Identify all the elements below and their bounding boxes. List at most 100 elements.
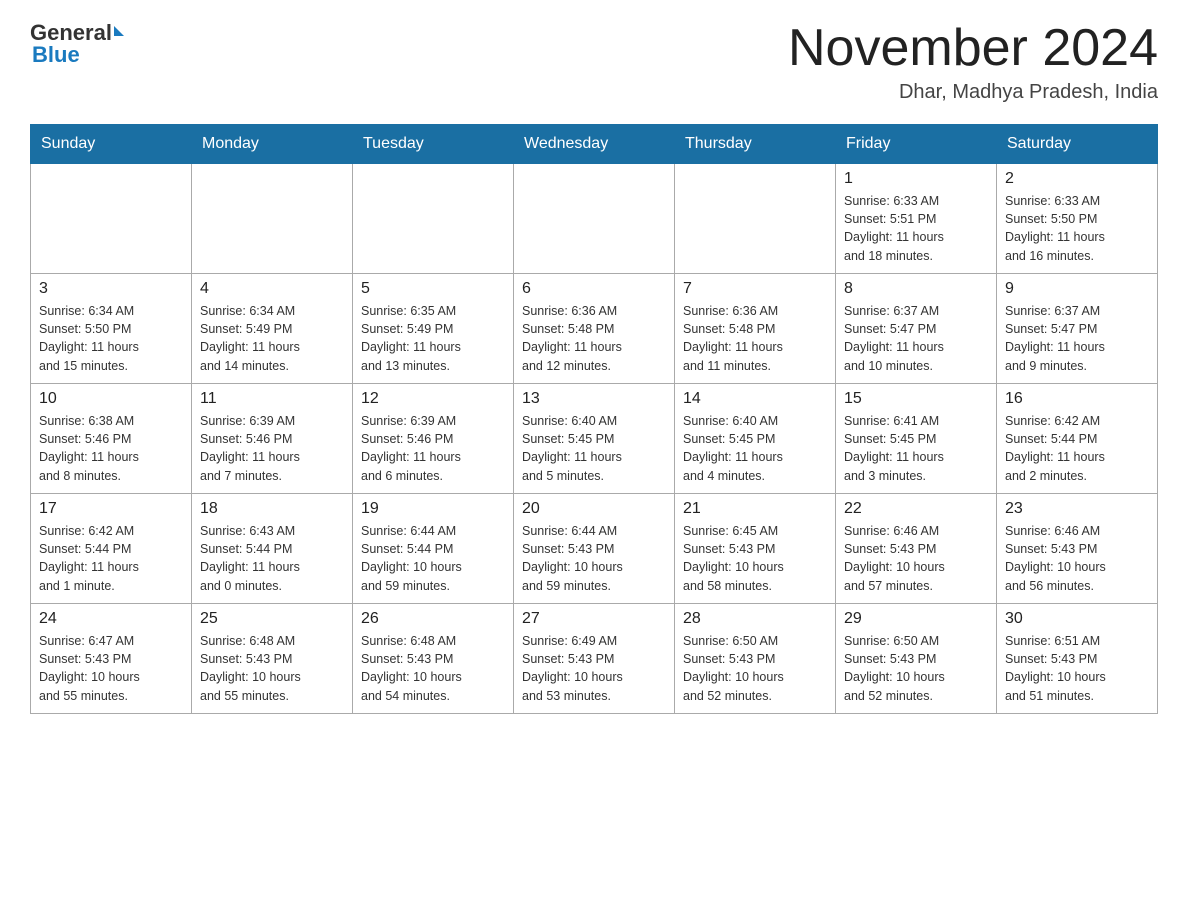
calendar-cell: 27 Sunrise: 6:49 AM Sunset: 5:43 PM Dayli… — [514, 604, 675, 714]
weekday-header-monday: Monday — [192, 125, 353, 164]
day-number: 20 — [522, 500, 666, 518]
month-title: November 2024 — [788, 20, 1158, 77]
day-number: 27 — [522, 610, 666, 628]
day-number: 12 — [361, 390, 505, 408]
day-info: Sunrise: 6:40 AM Sunset: 5:45 PM Dayligh… — [522, 412, 666, 485]
day-number: 1 — [844, 170, 988, 188]
day-info: Sunrise: 6:44 AM Sunset: 5:43 PM Dayligh… — [522, 522, 666, 595]
weekday-header-sunday: Sunday — [31, 125, 192, 164]
calendar-cell: 19 Sunrise: 6:44 AM Sunset: 5:44 PM Dayli… — [353, 494, 514, 604]
day-number: 3 — [39, 280, 183, 298]
day-number: 22 — [844, 500, 988, 518]
day-info: Sunrise: 6:50 AM Sunset: 5:43 PM Dayligh… — [683, 632, 827, 705]
day-number: 13 — [522, 390, 666, 408]
day-number: 8 — [844, 280, 988, 298]
calendar-cell: 10 Sunrise: 6:38 AM Sunset: 5:46 PM Dayli… — [31, 384, 192, 494]
day-number: 7 — [683, 280, 827, 298]
weekday-header-tuesday: Tuesday — [353, 125, 514, 164]
calendar-cell: 18Sunrise: 6:43 AM Sunset: 5:44 PM Dayli… — [192, 494, 353, 604]
calendar-cell: 22 Sunrise: 6:46 AM Sunset: 5:43 PM Dayli… — [836, 494, 997, 604]
calendar-week-row: 3 Sunrise: 6:34 AM Sunset: 5:50 PM Daylig… — [31, 274, 1158, 384]
calendar-cell: 3 Sunrise: 6:34 AM Sunset: 5:50 PM Daylig… — [31, 274, 192, 384]
day-info: Sunrise: 6:46 AM Sunset: 5:43 PM Dayligh… — [1005, 522, 1149, 595]
calendar-cell: 13 Sunrise: 6:40 AM Sunset: 5:45 PM Dayli… — [514, 384, 675, 494]
day-number: 9 — [1005, 280, 1149, 298]
day-info: Sunrise: 6:37 AM Sunset: 5:47 PM Dayligh… — [1005, 302, 1149, 375]
day-number: 6 — [522, 280, 666, 298]
day-info: Sunrise: 6:36 AM Sunset: 5:48 PM Dayligh… — [683, 302, 827, 375]
day-number: 24 — [39, 610, 183, 628]
calendar-cell: 29 Sunrise: 6:50 AM Sunset: 5:43 PM Dayli… — [836, 604, 997, 714]
day-info: Sunrise: 6:44 AM Sunset: 5:44 PM Dayligh… — [361, 522, 505, 595]
weekday-header-saturday: Saturday — [997, 125, 1158, 164]
calendar-cell: 2Sunrise: 6:33 AM Sunset: 5:50 PM Daylig… — [997, 164, 1158, 274]
day-info: Sunrise: 6:39 AM Sunset: 5:46 PM Dayligh… — [200, 412, 344, 485]
day-info: Sunrise: 6:40 AM Sunset: 5:45 PM Dayligh… — [683, 412, 827, 485]
calendar-cell: 15 Sunrise: 6:41 AM Sunset: 5:45 PM Dayli… — [836, 384, 997, 494]
calendar-cell: 26 Sunrise: 6:48 AM Sunset: 5:43 PM Dayli… — [353, 604, 514, 714]
calendar-cell: 4 Sunrise: 6:34 AM Sunset: 5:49 PM Daylig… — [192, 274, 353, 384]
calendar-cell: 5 Sunrise: 6:35 AM Sunset: 5:49 PM Daylig… — [353, 274, 514, 384]
day-number: 25 — [200, 610, 344, 628]
calendar-cell — [353, 164, 514, 274]
logo-arrow-icon — [114, 26, 124, 36]
calendar-cell — [192, 164, 353, 274]
calendar-cell: 23 Sunrise: 6:46 AM Sunset: 5:43 PM Dayli… — [997, 494, 1158, 604]
day-info: Sunrise: 6:42 AM Sunset: 5:44 PM Dayligh… — [1005, 412, 1149, 485]
calendar-cell: 24 Sunrise: 6:47 AM Sunset: 5:43 PM Dayli… — [31, 604, 192, 714]
weekday-header-friday: Friday — [836, 125, 997, 164]
page-header: General Blue November 2024 Dhar, Madhya … — [30, 20, 1158, 104]
day-number: 4 — [200, 280, 344, 298]
day-info: Sunrise: 6:34 AM Sunset: 5:50 PM Dayligh… — [39, 302, 183, 375]
day-info: Sunrise: 6:51 AM Sunset: 5:43 PM Dayligh… — [1005, 632, 1149, 705]
calendar-cell: 7 Sunrise: 6:36 AM Sunset: 5:48 PM Daylig… — [675, 274, 836, 384]
calendar-cell — [31, 164, 192, 274]
day-info: Sunrise: 6:38 AM Sunset: 5:46 PM Dayligh… — [39, 412, 183, 485]
day-number: 15 — [844, 390, 988, 408]
day-number: 19 — [361, 500, 505, 518]
day-number: 5 — [361, 280, 505, 298]
day-info: Sunrise: 6:36 AM Sunset: 5:48 PM Dayligh… — [522, 302, 666, 375]
calendar-cell: 11 Sunrise: 6:39 AM Sunset: 5:46 PM Dayli… — [192, 384, 353, 494]
day-number: 26 — [361, 610, 505, 628]
day-info: Sunrise: 6:49 AM Sunset: 5:43 PM Dayligh… — [522, 632, 666, 705]
day-info: Sunrise: 6:48 AM Sunset: 5:43 PM Dayligh… — [200, 632, 344, 705]
day-info: Sunrise: 6:47 AM Sunset: 5:43 PM Dayligh… — [39, 632, 183, 705]
day-number: 28 — [683, 610, 827, 628]
calendar-cell: 25 Sunrise: 6:48 AM Sunset: 5:43 PM Dayli… — [192, 604, 353, 714]
calendar-cell: 21 Sunrise: 6:45 AM Sunset: 5:43 PM Dayli… — [675, 494, 836, 604]
weekday-header-wednesday: Wednesday — [514, 125, 675, 164]
logo-blue-text: Blue — [30, 42, 80, 68]
day-info: Sunrise: 6:34 AM Sunset: 5:49 PM Dayligh… — [200, 302, 344, 375]
day-info: Sunrise: 6:46 AM Sunset: 5:43 PM Dayligh… — [844, 522, 988, 595]
calendar-cell: 14 Sunrise: 6:40 AM Sunset: 5:45 PM Dayli… — [675, 384, 836, 494]
calendar-week-row: 17Sunrise: 6:42 AM Sunset: 5:44 PM Dayli… — [31, 494, 1158, 604]
day-number: 23 — [1005, 500, 1149, 518]
day-number: 14 — [683, 390, 827, 408]
day-info: Sunrise: 6:41 AM Sunset: 5:45 PM Dayligh… — [844, 412, 988, 485]
day-info: Sunrise: 6:33 AM Sunset: 5:50 PM Dayligh… — [1005, 192, 1149, 265]
location-title: Dhar, Madhya Pradesh, India — [788, 81, 1158, 104]
calendar-week-row: 10 Sunrise: 6:38 AM Sunset: 5:46 PM Dayli… — [31, 384, 1158, 494]
day-info: Sunrise: 6:48 AM Sunset: 5:43 PM Dayligh… — [361, 632, 505, 705]
day-info: Sunrise: 6:33 AM Sunset: 5:51 PM Dayligh… — [844, 192, 988, 265]
day-info: Sunrise: 6:50 AM Sunset: 5:43 PM Dayligh… — [844, 632, 988, 705]
day-number: 17 — [39, 500, 183, 518]
day-number: 29 — [844, 610, 988, 628]
day-number: 21 — [683, 500, 827, 518]
day-number: 10 — [39, 390, 183, 408]
day-info: Sunrise: 6:45 AM Sunset: 5:43 PM Dayligh… — [683, 522, 827, 595]
calendar-cell: 17Sunrise: 6:42 AM Sunset: 5:44 PM Dayli… — [31, 494, 192, 604]
day-info: Sunrise: 6:35 AM Sunset: 5:49 PM Dayligh… — [361, 302, 505, 375]
calendar-week-row: 1 Sunrise: 6:33 AM Sunset: 5:51 PM Daylig… — [31, 164, 1158, 274]
logo: General Blue — [30, 20, 124, 68]
title-block: November 2024 Dhar, Madhya Pradesh, Indi… — [788, 20, 1158, 104]
calendar-week-row: 24 Sunrise: 6:47 AM Sunset: 5:43 PM Dayli… — [31, 604, 1158, 714]
calendar-cell — [514, 164, 675, 274]
day-number: 11 — [200, 390, 344, 408]
calendar-cell: 9 Sunrise: 6:37 AM Sunset: 5:47 PM Daylig… — [997, 274, 1158, 384]
day-info: Sunrise: 6:39 AM Sunset: 5:46 PM Dayligh… — [361, 412, 505, 485]
calendar-cell: 8Sunrise: 6:37 AM Sunset: 5:47 PM Daylig… — [836, 274, 997, 384]
calendar-cell: 20 Sunrise: 6:44 AM Sunset: 5:43 PM Dayli… — [514, 494, 675, 604]
calendar-cell: 16Sunrise: 6:42 AM Sunset: 5:44 PM Dayli… — [997, 384, 1158, 494]
